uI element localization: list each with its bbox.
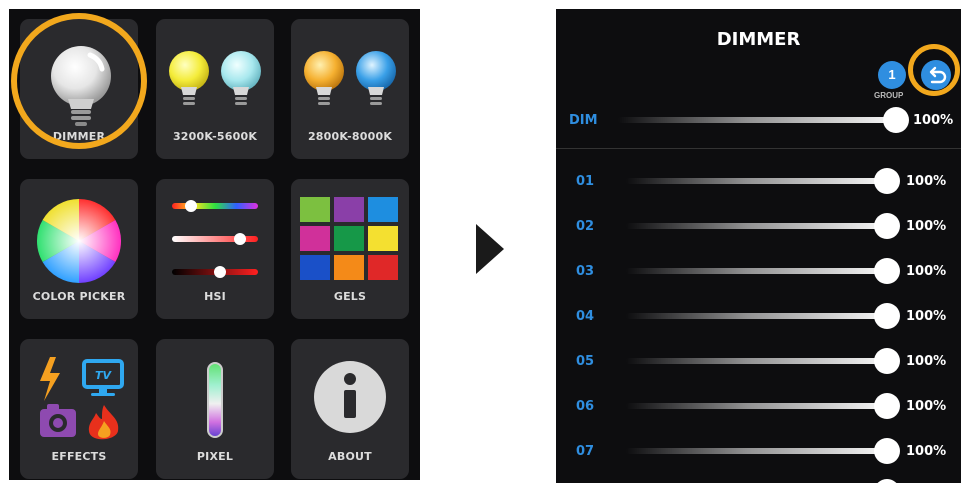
channel-slider[interactable] — [626, 313, 896, 319]
channel-label: 05 — [576, 354, 595, 369]
channel-slider[interactable] — [626, 268, 896, 274]
channel-value: 100% — [906, 264, 947, 279]
wide-cct-tile-label: 2800K-8000K — [307, 130, 393, 143]
master-dim-label: DIM — [569, 113, 598, 128]
color-picker-tile-label: COLOR PICKER — [32, 290, 126, 303]
channel-label: 01 — [576, 174, 595, 189]
pixel-tile-label: PIXEL — [196, 450, 234, 463]
channel-thumb[interactable] — [874, 168, 900, 194]
svg-text:TV: TV — [95, 369, 113, 382]
next-step-arrow-icon — [476, 224, 504, 274]
channel-slider[interactable] — [626, 223, 896, 229]
hsi-tile-label: HSI — [204, 290, 226, 303]
pixel-tile[interactable]: PIXEL — [156, 339, 274, 479]
channel-label: 02 — [576, 219, 595, 234]
group-button[interactable]: 1 — [878, 61, 906, 89]
channel-thumb[interactable] — [874, 438, 900, 464]
channel-thumb[interactable] — [874, 303, 900, 329]
dimmer-screen: DIMMER 1 GROUP DIM 100% 01 100% 02 100% … — [556, 9, 961, 483]
channel-value: 100% — [906, 444, 947, 459]
group-label: GROUP — [874, 91, 904, 100]
wide-cct-tile[interactable]: 2800K-8000K — [291, 19, 409, 159]
channel-value: 100% — [906, 174, 947, 189]
channel-slider[interactable] — [626, 358, 896, 364]
channel-label: 04 — [576, 309, 595, 324]
channel-thumb-partial[interactable] — [874, 479, 900, 483]
effects-tile-label: EFFECTS — [51, 450, 107, 463]
about-tile-label: ABOUT — [328, 450, 372, 463]
dimmer-tile-label: DIMMER — [52, 130, 106, 143]
channel-value: 100% — [906, 399, 947, 414]
fire-icon — [88, 405, 119, 440]
channel-slider[interactable] — [626, 403, 896, 409]
channel-slider[interactable] — [626, 448, 896, 454]
bicolor-tile[interactable]: 3200K-5600K — [156, 19, 274, 159]
channel-thumb[interactable] — [874, 258, 900, 284]
page-title: DIMMER — [716, 29, 801, 50]
gels-tile[interactable]: GELS — [291, 179, 409, 319]
mode-menu-panel: DIMMER 3200K-5600K 2800K-8000K COLOR PIC… — [9, 9, 420, 480]
back-highlight-ring — [908, 44, 960, 96]
tv-icon: TV — [82, 359, 124, 396]
camera-icon — [40, 404, 76, 437]
color-picker-tile[interactable]: COLOR PICKER — [20, 179, 138, 319]
master-dim-slider[interactable] — [618, 117, 906, 123]
channel-value: 100% — [906, 309, 947, 324]
about-tile[interactable]: ABOUT — [291, 339, 409, 479]
master-dim-value: 100% — [913, 113, 954, 128]
lightning-icon — [40, 357, 60, 401]
dimmer-tile[interactable]: DIMMER — [20, 19, 138, 159]
master-dim-thumb[interactable] — [883, 107, 909, 133]
bicolor-tile-label: 3200K-5600K — [172, 130, 258, 143]
channel-thumb[interactable] — [874, 393, 900, 419]
channel-thumb[interactable] — [874, 213, 900, 239]
channel-label: 03 — [576, 264, 595, 279]
channel-thumb[interactable] — [874, 348, 900, 374]
channel-label: 06 — [576, 399, 595, 414]
gels-tile-label: GELS — [333, 290, 367, 303]
channel-value: 100% — [906, 219, 947, 234]
channel-value: 100% — [906, 354, 947, 369]
channel-slider[interactable] — [626, 178, 896, 184]
divider — [556, 148, 961, 149]
hsi-tile[interactable]: HSI — [156, 179, 274, 319]
channel-label: 07 — [576, 444, 595, 459]
effects-tile[interactable]: TV EFFECTS — [20, 339, 138, 479]
